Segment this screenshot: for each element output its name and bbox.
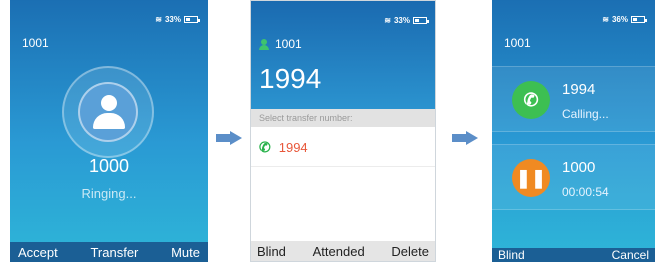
- call-state: Ringing...: [81, 186, 137, 201]
- account-label: 1001: [504, 36, 531, 50]
- dialed-number: 1994: [259, 63, 322, 94]
- transfer-number-option[interactable]: ✆ 1994: [251, 129, 435, 167]
- status-bar: ≋ 36%: [602, 15, 647, 24]
- transfer-button[interactable]: Transfer: [90, 245, 138, 260]
- battery-icon: [631, 16, 647, 23]
- battery-percent: 36%: [611, 15, 628, 24]
- status-bar: ≋ 33%: [384, 16, 429, 25]
- caller-number: 1000: [88, 156, 130, 176]
- call-line-item[interactable]: ✆ 1994 Calling...: [492, 66, 655, 132]
- avatar-icon: [78, 82, 138, 142]
- wifi-icon: ≋: [384, 16, 391, 25]
- avatar-ring: [62, 66, 154, 158]
- call-number: 1000: [562, 159, 596, 176]
- account-label: 1001: [259, 37, 302, 51]
- softkey-bar: Accept Transfer Mute: [10, 242, 208, 262]
- battery-percent: 33%: [164, 15, 181, 24]
- blind-button[interactable]: Blind: [257, 244, 286, 259]
- softkey-bar: Blind Attended Delete: [251, 241, 435, 261]
- transfer-calling-screen: ≋ 36% 1001 ✆ 1994 Calling... ❚❚ 1000 00:…: [492, 0, 655, 262]
- blind-button[interactable]: Blind: [498, 248, 525, 262]
- hold-icon: ❚❚: [512, 159, 550, 197]
- header-panel: ≋ 33% 1001 1994: [251, 1, 435, 109]
- cancel-button[interactable]: Cancel: [612, 248, 649, 262]
- incoming-call-screen: ≋ 33% 1001 1000 Ringing... Accept Transf…: [10, 0, 208, 262]
- delete-button[interactable]: Delete: [391, 244, 429, 259]
- battery-percent: 33%: [393, 16, 410, 25]
- call-status: Calling...: [562, 107, 609, 121]
- phone-icon: ✆: [512, 81, 550, 119]
- arrow-right-icon: [452, 131, 478, 145]
- transfer-number-screen: ≋ 33% 1001 1994 Select transfer number: …: [250, 0, 436, 262]
- call-duration: 00:00:54: [562, 185, 609, 199]
- transfer-number: 1994: [278, 140, 308, 155]
- wifi-icon: ≋: [602, 15, 609, 24]
- status-bar: ≋ 33%: [155, 15, 200, 24]
- attended-button[interactable]: Attended: [313, 244, 365, 259]
- account-number: 1001: [275, 37, 302, 51]
- transfer-hint: Select transfer number:: [251, 109, 435, 127]
- softkey-bar: Blind Cancel: [492, 248, 655, 262]
- battery-icon: [413, 17, 429, 24]
- person-icon: [259, 38, 269, 50]
- call-number: 1994: [562, 81, 596, 98]
- accept-button[interactable]: Accept: [18, 245, 58, 260]
- battery-icon: [184, 16, 200, 23]
- arrow-right-icon: [216, 131, 242, 145]
- phone-icon: ✆: [259, 139, 271, 155]
- mute-button[interactable]: Mute: [171, 245, 200, 260]
- call-line-item[interactable]: ❚❚ 1000 00:00:54: [492, 144, 655, 210]
- wifi-icon: ≋: [155, 15, 162, 24]
- account-label: 1001: [22, 36, 49, 50]
